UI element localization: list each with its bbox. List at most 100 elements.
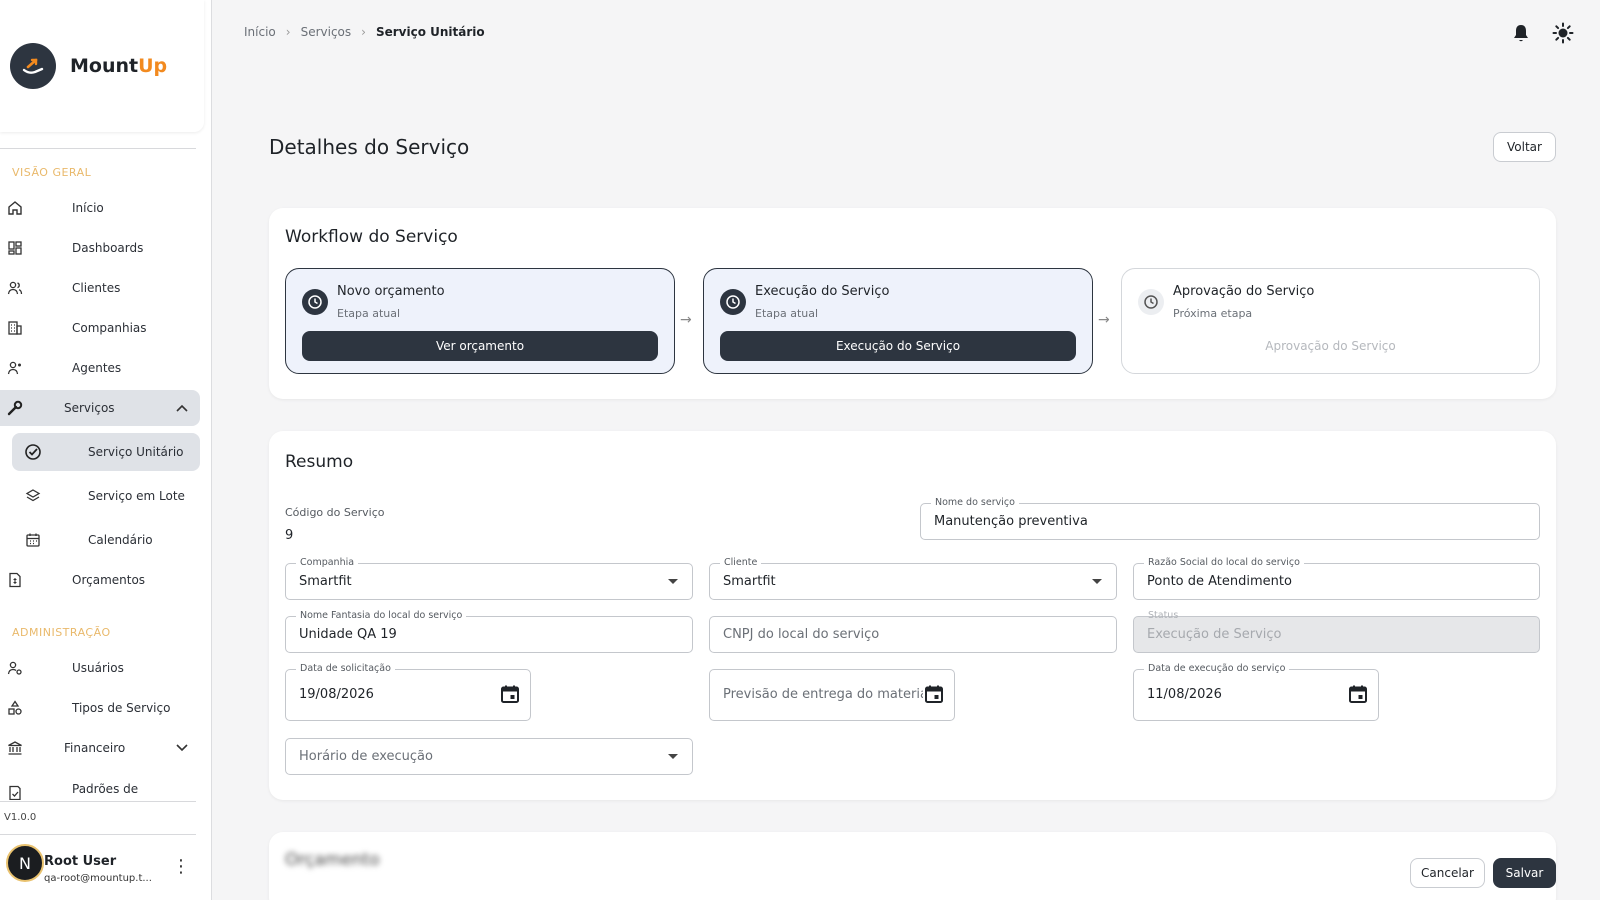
cnpj-field[interactable]: CNPJ do local do serviço — [709, 616, 1117, 653]
dropdown-arrow-icon — [668, 754, 678, 759]
step-title: Novo orçamento — [337, 284, 445, 299]
back-button[interactable]: Voltar — [1493, 132, 1556, 162]
arrow-right-icon: → — [1098, 312, 1110, 328]
field-label: Status — [1148, 610, 1179, 621]
service-execution-button[interactable]: Execução do Serviço — [720, 331, 1076, 361]
chevron-down-icon — [176, 741, 188, 755]
more-vertical-icon[interactable]: ⋮ — [172, 856, 190, 877]
field-value: 19/08/2026 — [299, 687, 374, 702]
save-button[interactable]: Salvar — [1493, 858, 1556, 888]
sidebar-item-padroes[interactable]: Padrões de — [0, 770, 200, 800]
sidebar-item-financeiro[interactable]: Financeiro — [0, 730, 200, 766]
step-subtitle: Próxima etapa — [1173, 307, 1253, 320]
brand-name: MountUp — [70, 55, 168, 77]
user-profile[interactable]: N Root User qa-root@mountup.t... ⋮ — [0, 836, 200, 900]
legal-name-field[interactable]: Razão Social do local do serviço Ponto d… — [1133, 557, 1540, 600]
sidebar-item-clientes[interactable]: Clientes — [0, 270, 200, 306]
sidebar-item-dashboards[interactable]: Dashboards — [0, 230, 200, 266]
field-value: Ponto de Atendimento — [1147, 574, 1292, 589]
sidebar-item-label: Companhias — [72, 321, 147, 335]
breadcrumb-services[interactable]: Serviços — [301, 25, 352, 39]
sidebar-item-usuarios[interactable]: Usuários — [0, 650, 200, 686]
field-placeholder: Horário de execução — [299, 749, 433, 764]
budget-card: Orçamento — [269, 832, 1556, 900]
user-name: Root User — [44, 854, 117, 869]
service-name-field[interactable]: Nome do serviço Manutenção preventiva — [920, 497, 1540, 540]
wrench-icon — [6, 399, 24, 417]
field-placeholder: CNPJ do local do serviço — [723, 627, 880, 642]
breadcrumb-home[interactable]: Início — [244, 25, 276, 39]
agent-icon — [6, 359, 24, 377]
sidebar-item-tipos-servico[interactable]: Tipos de Serviço — [0, 690, 200, 726]
step-title: Execução do Serviço — [755, 284, 890, 299]
dashboard-icon — [6, 239, 24, 257]
sidebar-item-inicio[interactable]: Início — [0, 190, 200, 226]
execution-date-field[interactable]: Data de execução do serviço 11/08/2026 — [1133, 663, 1379, 721]
home-icon — [6, 199, 24, 217]
logo-card[interactable]: MountUp — [0, 0, 204, 132]
service-approval-button: Aprovação do Serviço — [1265, 339, 1396, 353]
service-code-label: Código do Serviço — [285, 506, 385, 519]
summary-title: Resumo — [285, 452, 354, 472]
divider — [0, 801, 196, 802]
bank-icon — [6, 739, 24, 757]
client-select[interactable]: Cliente Smartfit — [709, 557, 1117, 600]
field-label: Razão Social do local do serviço — [1144, 557, 1304, 569]
summary-card: Resumo Código do Serviço 9 Nome do servi… — [269, 431, 1556, 800]
clock-icon — [1138, 289, 1164, 315]
bell-icon[interactable] — [1510, 22, 1532, 44]
field-value: Smartfit — [723, 574, 776, 589]
field-value: Unidade QA 19 — [299, 627, 397, 642]
field-value: Smartfit — [299, 574, 352, 589]
sidebar-item-label: Financeiro — [64, 741, 126, 755]
workflow-title: Workflow do Serviço — [285, 227, 458, 247]
breadcrumb-current: Serviço Unitário — [375, 25, 485, 39]
field-value: 11/08/2026 — [1147, 687, 1222, 702]
sidebar-item-label: Serviços — [64, 401, 115, 415]
workflow-step-new-budget: Novo orçamento Etapa atual Ver orçamento — [285, 268, 675, 374]
sidebar-item-label: Serviço Unitário — [88, 445, 184, 459]
step-subtitle: Etapa atual — [337, 307, 401, 320]
cancel-button[interactable]: Cancelar — [1410, 858, 1485, 888]
sidebar-item-calendario[interactable]: Calendário — [12, 521, 200, 559]
chevron-right-icon: › — [285, 25, 291, 39]
trade-name-field[interactable]: Nome Fantasia do local do serviço Unidad… — [285, 610, 693, 653]
arrow-right-icon: → — [680, 312, 692, 328]
section-label-admin: ADMINISTRAÇÃO — [12, 626, 111, 639]
company-select[interactable]: Companhia Smartfit — [285, 557, 693, 600]
divider — [0, 148, 196, 149]
calendar-icon — [24, 531, 42, 549]
logo-icon — [10, 43, 56, 89]
execution-time-select[interactable]: Horário de execução — [285, 738, 693, 775]
field-placeholder: Previsão de entrega do material — [723, 687, 923, 702]
step-title: Aprovação do Serviço — [1173, 284, 1315, 299]
material-forecast-field[interactable]: Previsão de entrega do material — [709, 669, 955, 721]
sidebar-item-label: Clientes — [72, 281, 121, 295]
calendar-icon[interactable] — [924, 684, 944, 704]
sidebar-item-label: Tipos de Serviço — [72, 701, 171, 715]
layers-icon — [24, 487, 42, 505]
divider — [0, 834, 196, 835]
field-label: Companhia — [296, 557, 359, 569]
field-value: Execução de Serviço — [1147, 627, 1282, 642]
sidebar-item-servico-unitario[interactable]: Serviço Unitário — [12, 433, 200, 471]
sidebar-item-label: Padrões de — [72, 782, 139, 796]
calendar-icon[interactable] — [500, 684, 520, 704]
view-budget-button[interactable]: Ver orçamento — [302, 331, 658, 361]
sidebar-item-agentes[interactable]: Agentes — [0, 350, 200, 386]
user-email: qa-root@mountup.t... — [44, 873, 152, 884]
sidebar-item-servico-lote[interactable]: Serviço em Lote — [12, 477, 200, 515]
sun-icon[interactable] — [1552, 22, 1574, 44]
user-settings-icon — [6, 659, 24, 677]
calendar-icon[interactable] — [1348, 684, 1368, 704]
sidebar-item-orcamentos[interactable]: Orçamentos — [0, 562, 200, 598]
dropdown-arrow-icon — [1092, 579, 1102, 584]
sidebar-item-companhias[interactable]: Companhias — [0, 310, 200, 346]
request-date-field[interactable]: Data de solicitação 19/08/2026 — [285, 663, 531, 721]
field-value: Manutenção preventiva — [934, 514, 1088, 529]
sidebar-item-label: Orçamentos — [72, 573, 146, 587]
sidebar-item-servicos[interactable]: Serviços — [0, 390, 200, 426]
dropdown-arrow-icon — [668, 579, 678, 584]
sidebar-item-label: Serviço em Lote — [88, 489, 185, 503]
field-label: Nome do serviço — [931, 497, 1019, 509]
